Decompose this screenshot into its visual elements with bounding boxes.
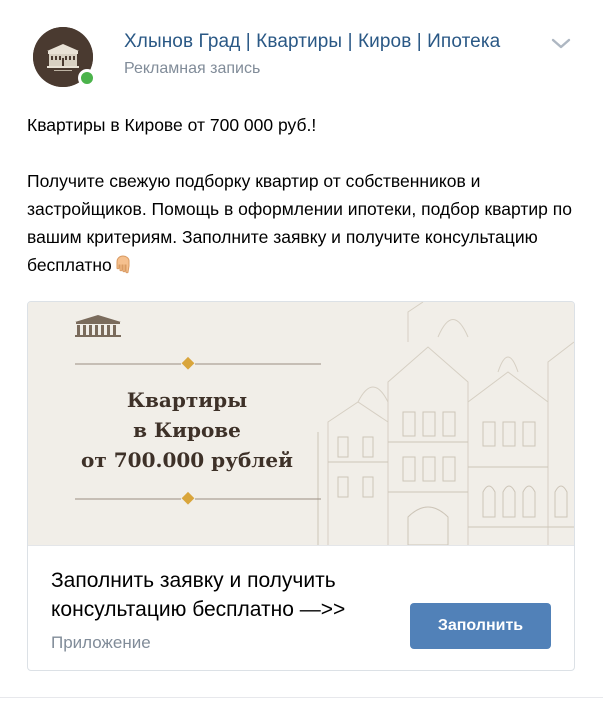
- chevron-down-icon[interactable]: [550, 36, 572, 50]
- ad-banner-image[interactable]: Квартиры в Кирове от 700.000 рублей: [28, 302, 574, 546]
- ad-title[interactable]: Заполнить заявку и получить консультацию…: [51, 566, 411, 624]
- pointing-down-hand-icon: [114, 254, 132, 282]
- banner-line: Квартиры: [126, 388, 248, 412]
- post-body-text: Получите свежую подборку квартир от собс…: [27, 171, 572, 275]
- ad-card[interactable]: Квартиры в Кирове от 700.000 рублей Запо…: [27, 301, 575, 671]
- ad-type-label: Приложение: [51, 633, 151, 652]
- author-name[interactable]: Хлынов Град | Квартиры | Киров | Ипотека: [124, 31, 500, 53]
- post-type-label: Рекламная запись: [124, 60, 261, 77]
- ad-card-footer: Заполнить заявку и получить консультацию…: [28, 546, 574, 670]
- banner-headline: Квартиры в Кирове от 700.000 рублей: [72, 385, 302, 475]
- banner-line: в Кирове: [133, 418, 241, 442]
- online-status-indicator: [78, 69, 96, 87]
- post-divider: [0, 697, 603, 698]
- post-body: Получите свежую подборку квартир от собс…: [27, 167, 587, 282]
- ad-title-line: Заполнить заявку и получить: [51, 569, 336, 592]
- post-headline: Квартиры в Кирове от 700 000 руб.!: [27, 115, 317, 135]
- ad-title-line: консультацию бесплатно —>>: [51, 598, 346, 621]
- post-text: Квартиры в Кирове от 700 000 руб.! Получ…: [27, 111, 587, 282]
- banner-line: от 700.000 рублей: [81, 448, 293, 472]
- fill-form-button[interactable]: Заполнить: [410, 603, 551, 649]
- ad-post: Хлынов Град | Квартиры | Киров | Ипотека…: [0, 0, 603, 702]
